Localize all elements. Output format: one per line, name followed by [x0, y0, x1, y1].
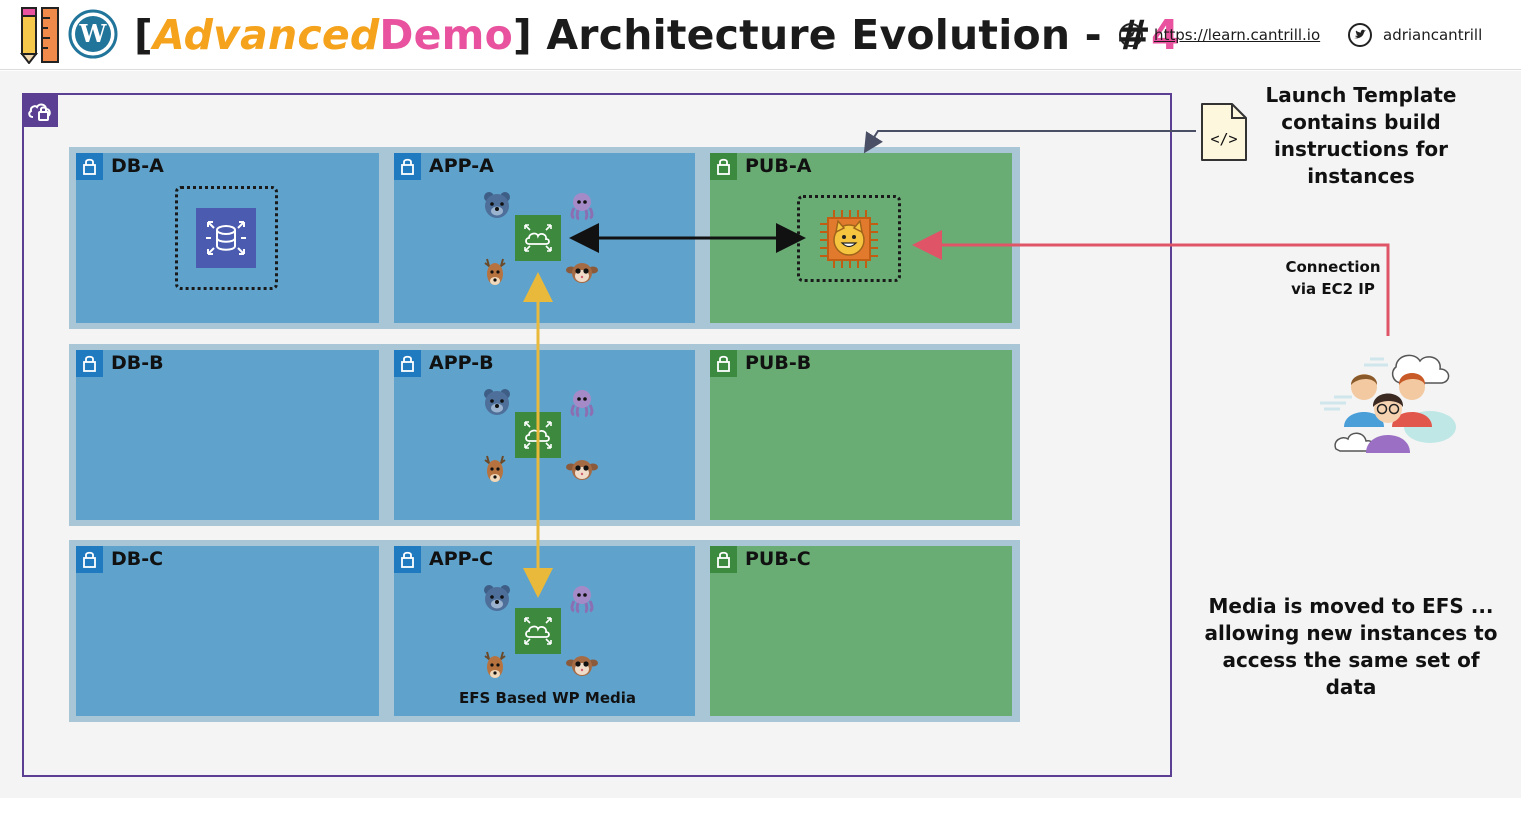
note-line: Media is moved to EFS ...	[1208, 594, 1494, 618]
launch-template-note: Launch Template contains build instructi…	[1246, 82, 1476, 190]
deer-icon	[484, 455, 506, 482]
subnet-label: APP-A	[429, 155, 494, 177]
octopus-icon	[570, 193, 594, 221]
deer-icon	[484, 651, 506, 678]
bear-icon	[484, 585, 510, 611]
efs-mount-target-icon	[515, 608, 561, 654]
efs-mount-target-icon	[515, 215, 561, 261]
subnet-db-b: DB-B	[76, 350, 379, 520]
deer-icon	[484, 258, 506, 285]
twitter-icon	[1348, 23, 1372, 47]
footer-strip	[0, 798, 1521, 820]
gremlin-icon	[566, 460, 598, 480]
subnet-label: DB-A	[111, 155, 164, 177]
wordpress-icon: W	[68, 9, 118, 59]
octopus-icon	[570, 586, 594, 614]
note-line: Launch Template	[1265, 83, 1457, 107]
note-line: access the same set of data	[1222, 648, 1480, 699]
twitter-handle[interactable]: adriancantrill	[1383, 20, 1482, 50]
subnet-label: DB-C	[111, 548, 164, 570]
note-line: contains build	[1281, 110, 1441, 134]
vpc-cloud-icon	[24, 95, 58, 127]
title-advanced: Advanced	[152, 11, 380, 59]
svg-text:</>: </>	[1210, 130, 1237, 148]
subnet-db-c: DB-C	[76, 546, 379, 716]
site-link[interactable]: https://learn.cantrill.io	[1118, 20, 1328, 50]
title-demo: Demo	[379, 11, 513, 59]
note-line: allowing new instances to	[1204, 621, 1498, 645]
title-main: ] Architecture Evolution - #	[512, 11, 1151, 59]
subnet-label: APP-B	[429, 352, 494, 374]
lock-icon	[710, 153, 737, 180]
twitter-link[interactable]: adriancantrill	[1347, 20, 1497, 50]
connection-note: Connection via EC2 IP	[1258, 256, 1408, 300]
note-line: Connection	[1285, 258, 1381, 276]
efs-mount-target-icon	[515, 412, 561, 458]
lock-icon	[710, 350, 737, 377]
lock-icon	[394, 350, 421, 377]
subnet-pub-b: PUB-B	[710, 350, 1012, 520]
lock-icon	[76, 546, 103, 573]
compass-icon	[1119, 23, 1143, 47]
ec2-instance-chip-icon	[820, 210, 878, 268]
subnet-label: PUB-B	[745, 352, 812, 374]
bear-icon	[484, 389, 510, 415]
pencil-ruler-icon	[20, 7, 59, 64]
note-line: via EC2 IP	[1291, 280, 1375, 298]
lock-icon	[76, 153, 103, 180]
efs-note: Media is moved to EFS ... allowing new i…	[1196, 593, 1506, 701]
subnet-pub-c: PUB-C	[710, 546, 1012, 716]
efs-caption: EFS Based WP Media	[459, 689, 636, 707]
gremlin-icon	[566, 263, 598, 283]
code-document-icon: </>	[1201, 103, 1247, 161]
lock-icon	[76, 350, 103, 377]
site-link-text[interactable]: https://learn.cantrill.io	[1154, 20, 1320, 50]
title-bracket: [	[134, 11, 153, 59]
users-group-icon	[1320, 354, 1456, 453]
lock-icon	[394, 153, 421, 180]
subnet-label: APP-C	[429, 548, 494, 570]
gremlin-icon	[566, 656, 598, 676]
header: W [AdvancedDemo] Architecture Evolution …	[0, 0, 1521, 70]
svg-text:W: W	[79, 19, 108, 48]
subnet-label: DB-B	[111, 352, 164, 374]
lock-icon	[394, 546, 421, 573]
lock-icon	[710, 546, 737, 573]
subnet-label: PUB-C	[745, 548, 811, 570]
note-line: instructions for	[1273, 137, 1449, 161]
octopus-icon	[570, 390, 594, 418]
subnet-label: PUB-A	[745, 155, 812, 177]
note-line: instances	[1307, 164, 1415, 188]
page-title: [AdvancedDemo] Architecture Evolution - …	[134, 8, 1180, 62]
rds-database-icon	[196, 208, 256, 268]
bear-icon	[484, 192, 510, 218]
